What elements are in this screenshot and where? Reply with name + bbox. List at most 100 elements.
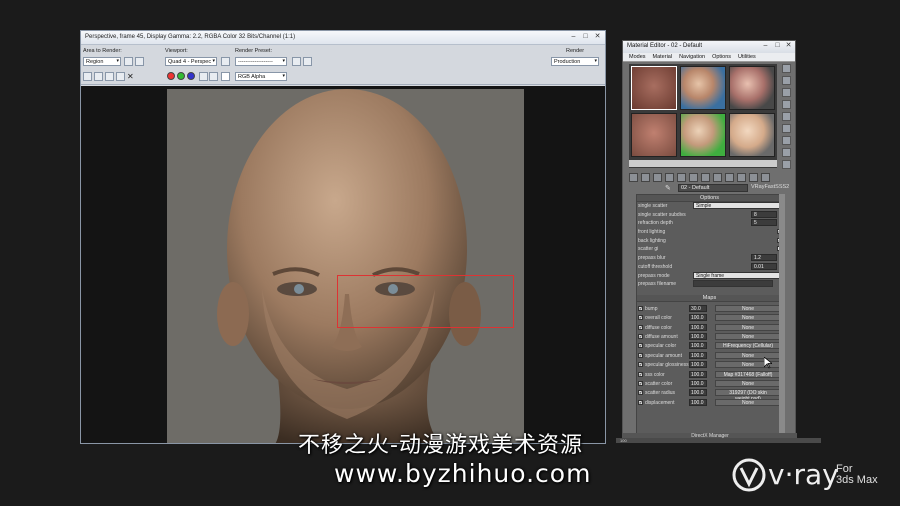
single-scatter-select[interactable]: Simple	[693, 202, 782, 209]
map-enable-checkbox[interactable]: ✔	[638, 362, 643, 368]
slots-scrollbar[interactable]	[629, 160, 777, 167]
map-enable-checkbox[interactable]: ✔	[638, 343, 643, 349]
render-setup-icon[interactable]	[292, 57, 301, 66]
sample-slot[interactable]	[729, 113, 775, 157]
menu-options[interactable]: Options	[712, 54, 731, 61]
reset-map-icon[interactable]	[665, 173, 674, 182]
map-enable-checkbox[interactable]: ✔	[638, 399, 643, 405]
map-amount-input[interactable]: 100.0	[689, 389, 707, 397]
uv-tiling-icon[interactable]	[782, 100, 791, 109]
map-slot-button[interactable]: Map #317468 (Falloff)	[715, 370, 781, 378]
map-slot-button[interactable]: 319297 (DO skin weight.psd)	[715, 389, 781, 402]
sample-slot[interactable]	[631, 66, 677, 110]
maps-rollout[interactable]: Maps	[637, 294, 782, 302]
copy-material-icon[interactable]	[677, 173, 686, 182]
sample-type-icon[interactable]	[782, 64, 791, 73]
make-preview-icon[interactable]	[782, 124, 791, 133]
options-rollout[interactable]: Options	[637, 195, 782, 202]
map-slot-button[interactable]: None	[715, 380, 781, 387]
mono-icon[interactable]	[209, 72, 218, 81]
lock-viewport-icon[interactable]	[221, 57, 230, 66]
put-to-library-icon[interactable]	[701, 173, 710, 182]
menu-utilities[interactable]: Utilities	[738, 54, 756, 61]
map-enable-checkbox[interactable]: ✔	[638, 305, 643, 311]
map-slot-button[interactable]: None	[715, 314, 781, 322]
save-image-icon[interactable]	[83, 72, 92, 81]
parameters-scrollbar[interactable]	[779, 194, 785, 434]
material-id-icon[interactable]	[713, 173, 722, 182]
clear-icon[interactable]: ✕	[127, 72, 134, 81]
show-map-icon[interactable]	[725, 173, 734, 182]
close-icon[interactable]: ✕	[783, 42, 794, 51]
menu-modes[interactable]: Modes	[629, 54, 646, 61]
go-forward-icon[interactable]	[761, 173, 770, 182]
maximize-icon[interactable]: □	[580, 33, 591, 42]
map-slot-button[interactable]: None	[715, 333, 781, 341]
map-amount-input[interactable]: 100.0	[689, 351, 707, 359]
backlight-icon[interactable]	[782, 76, 791, 85]
map-amount-input[interactable]: 100.0	[689, 342, 707, 350]
assign-material-icon[interactable]	[653, 173, 662, 182]
put-to-scene-icon[interactable]	[641, 173, 650, 182]
minimize-icon[interactable]: –	[568, 33, 579, 42]
material-navigator-icon[interactable]	[782, 160, 791, 169]
environment-icon[interactable]	[303, 57, 312, 66]
map-amount-input[interactable]: 100.0	[689, 323, 707, 331]
production-select[interactable]: Production ▾	[551, 57, 599, 66]
map-slot-button[interactable]: None	[715, 304, 781, 312]
map-amount-input[interactable]: 30.0	[689, 304, 707, 312]
alpha-icon[interactable]	[199, 72, 208, 81]
channel-select[interactable]: RGB Alpha ▾	[235, 72, 287, 81]
refraction-depth-input[interactable]: 5	[751, 219, 777, 227]
map-enable-checkbox[interactable]: ✔	[638, 390, 643, 396]
map-enable-checkbox[interactable]: ✔	[638, 352, 643, 358]
prepass-mode-select[interactable]: Single frame	[693, 271, 782, 279]
material-type-button[interactable]: VRayFastSSS2	[751, 184, 789, 190]
minimize-icon[interactable]: –	[760, 42, 771, 51]
preset-select[interactable]: ------------------- ▾	[235, 57, 287, 66]
prepass-filename-input[interactable]	[693, 280, 773, 288]
red-channel-icon[interactable]	[167, 72, 175, 80]
prepass-blur-input[interactable]: 1.2	[751, 254, 777, 262]
copy-image-icon[interactable]	[94, 72, 103, 81]
edit-region-icon[interactable]	[124, 57, 133, 66]
close-icon[interactable]: ✕	[592, 33, 603, 42]
map-slot-button[interactable]: None	[715, 398, 781, 406]
color-swatch-icon[interactable]	[221, 72, 230, 81]
options-icon[interactable]	[782, 136, 791, 145]
map-enable-checkbox[interactable]: ✔	[638, 371, 643, 377]
get-material-icon[interactable]	[629, 173, 638, 182]
go-to-parent-icon[interactable]	[749, 173, 758, 182]
render-button[interactable]: Render	[566, 48, 584, 54]
cutoff-threshold-input[interactable]: 0.01	[751, 262, 777, 270]
select-by-material-icon[interactable]	[782, 148, 791, 157]
area-select[interactable]: Region ▾	[83, 57, 121, 66]
map-amount-input[interactable]: 100.0	[689, 314, 707, 322]
viewport-select[interactable]: Quad 4 - Perspec ▾	[165, 57, 217, 66]
green-channel-icon[interactable]	[177, 72, 185, 80]
map-amount-input[interactable]: 100.0	[689, 333, 707, 341]
background-icon[interactable]	[782, 88, 791, 97]
print-icon[interactable]	[116, 72, 125, 81]
map-slot-button[interactable]: HiFrequency (Cellular)	[715, 342, 781, 350]
eyedropper-icon[interactable]: ✎	[665, 184, 671, 192]
auto-region-icon[interactable]	[135, 57, 144, 66]
maximize-icon[interactable]: □	[772, 42, 783, 51]
map-slot-button[interactable]: None	[715, 323, 781, 331]
clone-frame-icon[interactable]	[105, 72, 114, 81]
render-region-box[interactable]	[337, 275, 514, 328]
sample-slot[interactable]	[680, 66, 726, 110]
subdivs-input[interactable]: 8	[751, 210, 777, 218]
map-amount-input[interactable]: 100.0	[689, 380, 707, 387]
map-enable-checkbox[interactable]: ✔	[638, 381, 643, 386]
make-unique-icon[interactable]	[689, 173, 698, 182]
video-check-icon[interactable]	[782, 112, 791, 121]
sample-slot[interactable]	[729, 66, 775, 110]
map-amount-input[interactable]: 100.0	[689, 398, 707, 406]
map-amount-input[interactable]: 100.0	[689, 370, 707, 378]
material-name-field[interactable]: 02 - Default	[678, 184, 748, 192]
map-enable-checkbox[interactable]: ✔	[638, 334, 643, 340]
map-enable-checkbox[interactable]: ✔	[638, 324, 643, 330]
menu-material[interactable]: Material	[653, 54, 673, 61]
map-enable-checkbox[interactable]: ✔	[638, 315, 643, 321]
